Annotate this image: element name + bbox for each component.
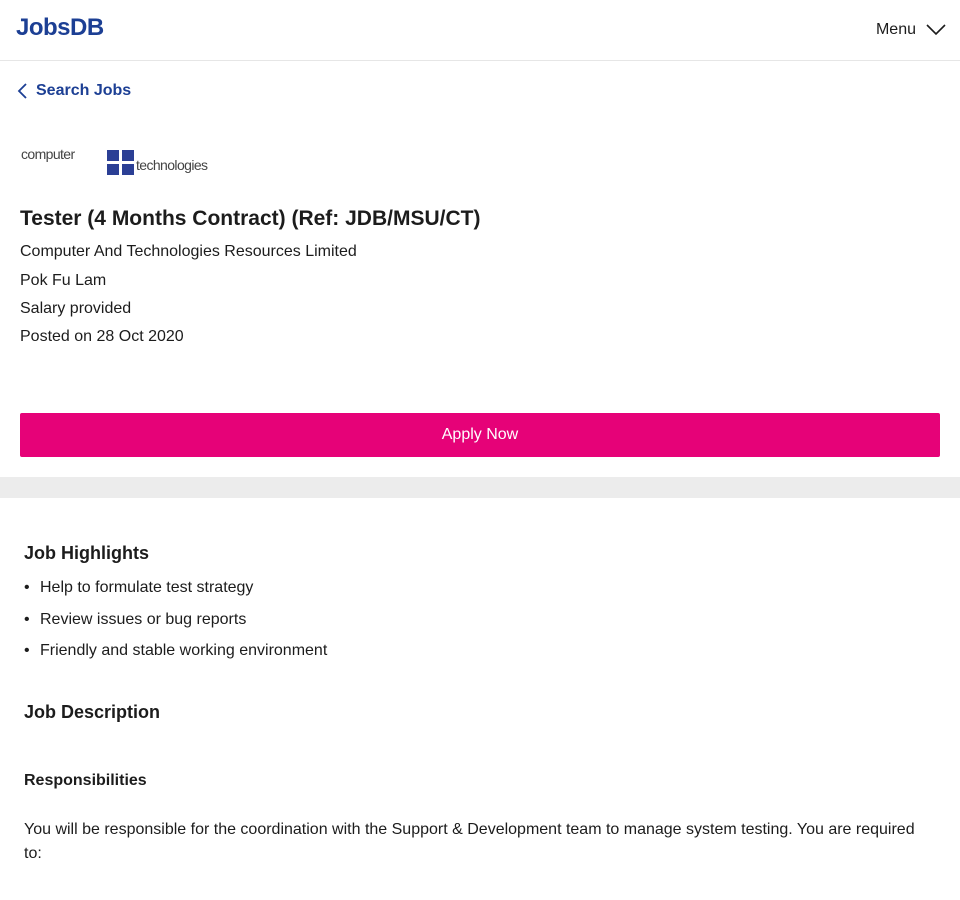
back-link-label: Search Jobs — [36, 82, 132, 99]
section-divider — [0, 477, 960, 498]
bullet-icon: • — [24, 579, 30, 596]
highlight-item: • Help to formulate test strategy — [24, 576, 327, 608]
company-logo: computer technologies — [20, 142, 208, 182]
job-title: Tester (4 Months Contract) (Ref: JDB/MSU… — [20, 207, 481, 230]
company-logo-word-right: technologies — [136, 157, 208, 173]
responsibilities-heading: Responsibilities — [24, 772, 147, 789]
job-location: Pok Fu Lam — [20, 272, 107, 289]
company-name[interactable]: Computer And Technologies Resources Limi… — [20, 243, 357, 261]
menu-label: Menu — [875, 21, 916, 38]
highlight-text: Friendly and stable working environment — [40, 642, 328, 659]
highlight-item: • Friendly and stable working environment — [24, 639, 327, 671]
salary-info: Salary provided — [20, 300, 132, 317]
job-description-heading: Job Description — [24, 702, 161, 722]
chevron-left-icon — [17, 83, 27, 99]
top-navigation-bar: JobsDB Menu — [0, 0, 960, 61]
jobsdb-logo[interactable]: JobsDB — [16, 14, 104, 42]
back-to-search-link[interactable]: Search Jobs — [16, 82, 131, 100]
apply-now-button[interactable]: Apply Now — [20, 413, 940, 457]
company-logo-word-left: computer — [21, 146, 75, 162]
chevron-down-icon — [926, 24, 946, 36]
menu-button[interactable]: Menu — [876, 18, 946, 42]
bullet-icon: • — [24, 610, 30, 628]
job-highlights-heading: Job Highlights — [24, 543, 149, 563]
highlight-item: • Review issues or bug reports — [24, 608, 327, 640]
responsibilities-intro: You will be responsible for the coordina… — [24, 821, 915, 862]
job-highlights-list: • Help to formulate test strategy • Review… — [24, 576, 327, 671]
company-logo-squares — [107, 150, 135, 176]
posted-date: Posted on 28 Oct 2020 — [20, 328, 184, 345]
highlight-text: Review issues or bug reports — [40, 610, 247, 628]
bullet-icon: • — [24, 642, 30, 659]
highlight-text: Help to formulate test strategy — [40, 579, 254, 596]
